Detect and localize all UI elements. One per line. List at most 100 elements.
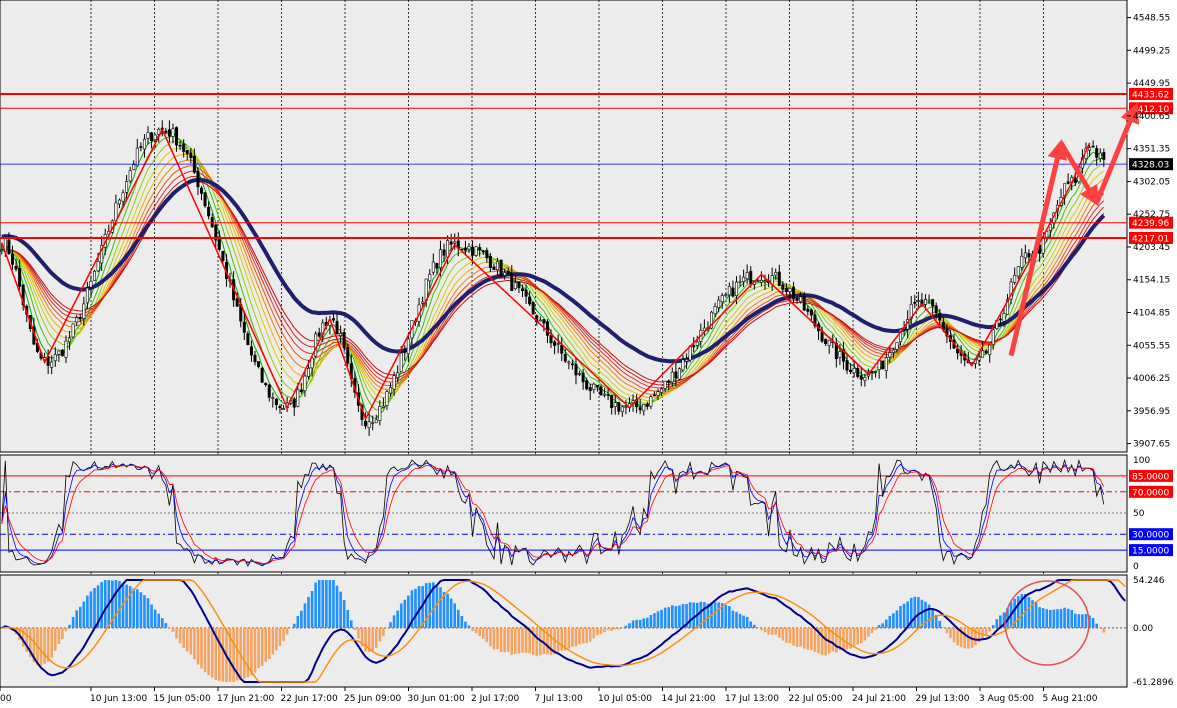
- candle-body: [253, 354, 257, 363]
- candle-body: [792, 286, 796, 300]
- macd-hist-bar: [521, 627, 524, 653]
- price-level-label: 4433.62: [1132, 90, 1169, 100]
- macd-hist-bar: [485, 627, 489, 643]
- macd-hist-bar: [310, 590, 314, 628]
- macd-hist-bar: [481, 627, 485, 639]
- candle-body: [68, 337, 72, 343]
- candle-body: [496, 261, 500, 271]
- candle-body: [510, 272, 514, 291]
- macd-hist-bar: [50, 627, 54, 658]
- macd-hist-bar: [414, 588, 417, 628]
- macd-hist-bar: [603, 627, 606, 633]
- macd-hist-bar: [660, 609, 663, 628]
- macd-hist-bar: [874, 627, 877, 631]
- macd-hist-bar: [995, 619, 999, 628]
- candle-body: [667, 380, 671, 383]
- time-tick-label: 22 Jul 05:00: [789, 694, 843, 704]
- macd-hist-bar: [296, 616, 300, 628]
- macd-hist-bar: [271, 627, 275, 655]
- time-tick-label: 29 Jul 13:00: [916, 694, 970, 704]
- macd-hist-bar: [810, 627, 813, 651]
- macd-hist-bar: [892, 613, 895, 628]
- candle-body: [128, 170, 132, 182]
- macd-hist-bar: [888, 616, 892, 628]
- macd-hist-bar: [1045, 609, 1049, 628]
- candle-body: [888, 352, 892, 358]
- candle-body: [0, 249, 4, 252]
- macd-tick-label: -61.2896: [1133, 678, 1174, 688]
- macd-hist-bar: [681, 604, 685, 628]
- macd-hist-bar: [182, 627, 185, 649]
- macd-hist-bar: [353, 627, 357, 631]
- macd-hist-bar: [770, 627, 774, 635]
- candle-body: [121, 192, 125, 202]
- macd-hist-bar: [688, 602, 692, 628]
- macd-hist-bar: [1077, 614, 1081, 628]
- macd-hist-bar: [663, 607, 667, 628]
- macd-hist-bar: [264, 627, 268, 662]
- candle-body: [567, 361, 571, 364]
- macd-hist-bar: [200, 627, 203, 669]
- candle-body: [71, 323, 75, 338]
- macd-hist-bar: [446, 593, 449, 628]
- macd-hist-bar: [53, 627, 57, 651]
- candle-body: [125, 181, 129, 193]
- candle-body: [784, 287, 788, 292]
- macd-hist-bar: [210, 627, 214, 678]
- candle-body: [403, 351, 407, 353]
- candle-body: [827, 339, 831, 346]
- candle-body: [210, 217, 214, 228]
- macd-hist-bar: [1070, 609, 1074, 628]
- candle-body: [824, 338, 828, 345]
- candle-body: [399, 352, 403, 372]
- candle-body: [560, 345, 564, 354]
- candle-body: [713, 306, 717, 315]
- macd-hist-bar: [556, 627, 560, 652]
- macd-hist-bar: [949, 627, 952, 639]
- candle-body: [60, 349, 64, 357]
- macd-hist-bar: [389, 622, 392, 628]
- stoch-tick-label: 50: [1133, 509, 1145, 519]
- candle-body: [777, 271, 781, 287]
- candle-body: [934, 305, 938, 314]
- candle-body: [988, 344, 992, 355]
- candle-body: [513, 282, 517, 290]
- macd-hist-bar: [285, 627, 289, 635]
- macd-hist-bar: [674, 606, 678, 628]
- macd-hist-bar: [64, 627, 68, 632]
- price-tick-label: 4252.75: [1133, 210, 1170, 220]
- macd-hist-bar: [945, 627, 949, 634]
- macd-tick-label: 54.246: [1133, 576, 1165, 586]
- candle-body: [478, 247, 482, 251]
- macd-hist-bar: [1016, 596, 1020, 628]
- macd-hist-bar: [884, 619, 888, 628]
- candle-body: [78, 317, 82, 320]
- macd-hist-bar: [917, 597, 920, 628]
- macd-hist-bar: [799, 627, 802, 647]
- macd-hist-bar: [713, 602, 717, 628]
- macd-hist-bar: [160, 618, 164, 628]
- macd-hist-bar: [628, 623, 631, 628]
- candle-body: [435, 262, 439, 269]
- candle-body: [200, 187, 204, 194]
- stoch-level-label: 85.0000: [1132, 472, 1169, 482]
- candle-body: [542, 319, 546, 324]
- macd-hist-bar: [374, 627, 378, 648]
- macd-hist-bar: [678, 605, 681, 628]
- candle-body: [271, 397, 275, 399]
- macd-hist-bar: [881, 623, 884, 628]
- candle-body: [296, 389, 300, 407]
- candle-body: [385, 391, 389, 406]
- candle-body: [859, 375, 863, 380]
- candle-body: [506, 270, 510, 275]
- macd-hist-bar: [467, 625, 471, 628]
- candle-body: [991, 329, 995, 346]
- candle-body: [553, 341, 557, 346]
- macd-hist-bar: [938, 620, 942, 628]
- candle-body: [891, 349, 895, 353]
- macd-hist-bar: [114, 580, 118, 628]
- candle-body: [927, 299, 931, 302]
- macd-hist-bar: [464, 621, 467, 628]
- candle-body: [331, 318, 335, 321]
- macd-hist-bar: [364, 627, 367, 652]
